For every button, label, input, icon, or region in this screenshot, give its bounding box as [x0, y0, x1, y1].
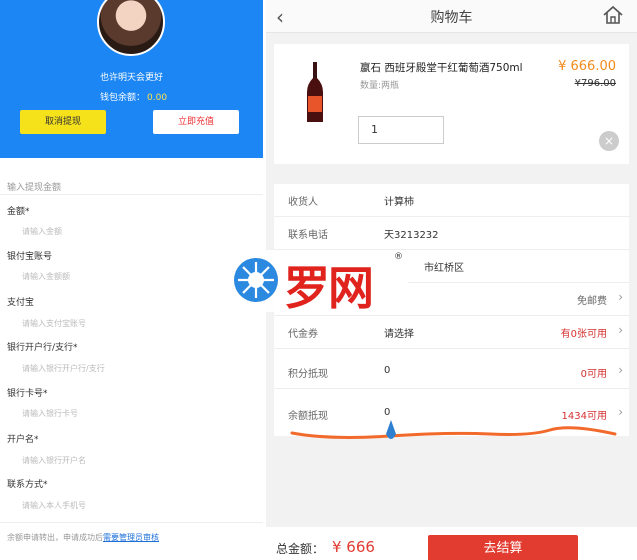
field-label: 开户名*: [7, 435, 39, 445]
divider: [0, 522, 263, 523]
row-value: 天3213232: [384, 230, 439, 241]
home-icon[interactable]: [602, 4, 624, 26]
total-label: 总金额：: [276, 542, 325, 556]
info-row-consignee[interactable]: 收货人 计算柿: [274, 184, 629, 216]
divider: [274, 348, 629, 349]
product-price: ¥ 666.00: [558, 59, 616, 74]
row-label: 收货人: [288, 197, 318, 208]
total-value: ¥ 666: [332, 538, 375, 556]
section-hint: 输入提现金额: [7, 183, 62, 193]
cancel-withdraw-button[interactable]: 取消提现: [20, 110, 106, 134]
field-label: 金额*: [7, 207, 30, 217]
watermark: 罗网 ®: [228, 250, 408, 315]
coupon-available: 有0张可用: [560, 329, 607, 340]
divider: [0, 194, 263, 195]
row-value: 0: [384, 407, 391, 418]
footer-text: 余额申请转出，申请成功后: [7, 533, 103, 542]
user-motto: 也许明天会更好: [99, 73, 163, 83]
info-row-coupon[interactable]: 代金券 请选择 有0张可用 ›: [274, 316, 629, 348]
row-value: 0: [384, 365, 391, 376]
info-row-points[interactable]: 积分抵现 0 0可用 ›: [274, 356, 629, 388]
bank-branch-input[interactable]: 请输入银行开户行/支行: [22, 363, 105, 374]
watermark-text: 罗网: [284, 261, 374, 315]
row-value: 计算柿: [384, 197, 414, 208]
wallet-header: 也许明天会更好 钱包余额： 0.00 取消提现 立即充值: [0, 0, 263, 158]
balance-value: 0.00: [147, 93, 168, 103]
wallet-balance: 钱包余额： 0.00: [100, 90, 167, 103]
chevron-right-icon: ›: [618, 290, 623, 304]
cart-item: 嬴石 西班牙殿堂干红葡萄酒750ml 数量:两瓶 ¥ 666.00 ¥796.0…: [274, 44, 629, 164]
field-label: 支付宝: [7, 298, 35, 308]
footer-note: 余额申请转出，申请成功后需要管理员审核: [7, 532, 159, 543]
alipay-input[interactable]: 请输入支付宝账号: [22, 318, 86, 329]
chevron-right-icon: ›: [618, 323, 623, 337]
watermark-logo-icon: [234, 258, 278, 302]
phone-input[interactable]: 请输入本人手机号: [22, 500, 86, 511]
wine-bottle-image: [307, 62, 323, 122]
admin-review-link[interactable]: 需要管理员审核: [103, 533, 159, 542]
amount-input[interactable]: 请输入金额: [22, 226, 62, 237]
annotation-stroke: [290, 420, 617, 439]
product-original-price: ¥796.00: [574, 78, 616, 89]
points-available: 0可用: [580, 369, 607, 380]
account-input[interactable]: 请输入金额额: [22, 271, 70, 282]
row-label: 积分抵现: [288, 369, 328, 380]
balance-label: 钱包余额：: [100, 93, 146, 103]
avatar: [97, 0, 165, 56]
field-label: 联系方式*: [7, 480, 48, 490]
registered-mark: ®: [394, 252, 403, 262]
shipping-value: 免邮费: [577, 296, 607, 307]
field-label: 银行卡号*: [7, 389, 48, 399]
cart-topbar: ‹ 购物车: [266, 0, 637, 33]
info-row-phone[interactable]: 联系电话 天3213232: [274, 217, 629, 249]
row-label: 代金券: [288, 329, 318, 340]
field-label: 银付宝账号: [7, 252, 53, 262]
row-value: 市红桥区: [424, 263, 464, 274]
field-label: 银行开户行/支行*: [7, 343, 78, 353]
account-name-input[interactable]: 请输入银行开户名: [22, 455, 86, 466]
checkout-button[interactable]: 去结算: [428, 535, 578, 560]
chevron-right-icon: ›: [618, 363, 623, 377]
chevron-right-icon: ›: [618, 405, 623, 419]
row-label: 联系电话: [288, 230, 328, 241]
product-name: 嬴石 西班牙殿堂干红葡萄酒750ml: [360, 62, 523, 74]
page-title: 购物车: [430, 10, 473, 26]
recharge-button[interactable]: 立即充值: [153, 110, 239, 134]
quantity-input[interactable]: 1: [358, 116, 444, 144]
row-value: 请选择: [384, 329, 414, 340]
bank-card-input[interactable]: 请输入银行卡号: [22, 408, 78, 419]
divider: [274, 388, 629, 389]
close-icon[interactable]: ×: [599, 131, 619, 151]
checkout-bar: 总金额： ¥ 666 去结算: [266, 527, 637, 560]
withdraw-panel: 也许明天会更好 钱包余额： 0.00 取消提现 立即充值 输入提现金额 金额* 请…: [0, 0, 263, 560]
product-quantity-label: 数量:两瓶: [360, 81, 400, 91]
